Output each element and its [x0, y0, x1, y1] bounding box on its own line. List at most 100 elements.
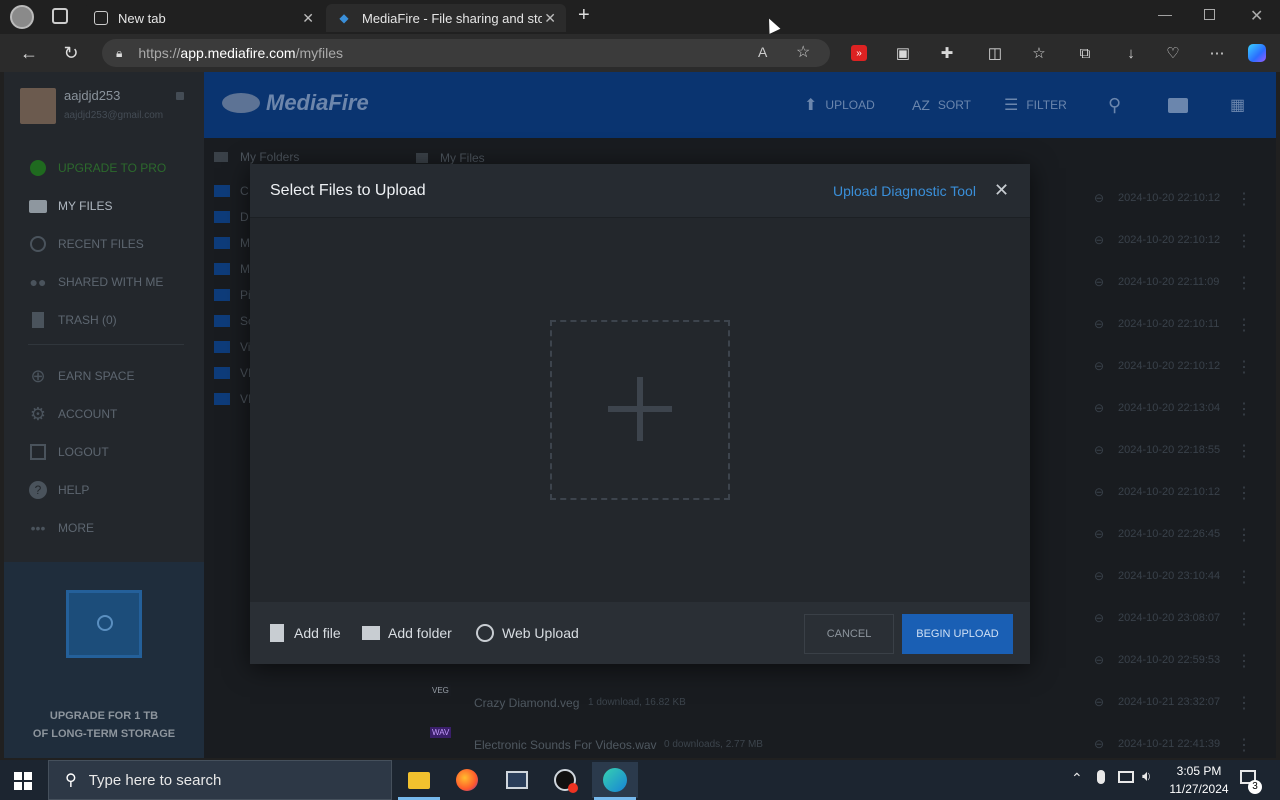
list-item[interactable]: VI: [214, 386, 254, 412]
new-folder-icon[interactable]: [1168, 94, 1188, 116]
more-options-icon[interactable]: ⋮: [1236, 441, 1252, 461]
more-options-icon[interactable]: ⋮: [1236, 231, 1252, 251]
add-folder-button[interactable]: Add folder: [362, 622, 452, 644]
begin-upload-button[interactable]: BEGIN UPLOAD: [902, 614, 1013, 654]
list-item[interactable]: VI: [214, 360, 254, 386]
link-icon[interactable]: ⊖: [1094, 275, 1104, 289]
copilot-icon[interactable]: [1244, 40, 1270, 66]
grid-view-icon[interactable]: ▦: [1230, 94, 1245, 116]
close-tab-icon[interactable]: ✕: [544, 10, 556, 27]
table-row[interactable]: WAV Electronic Sounds For Videos.wav 0 d…: [404, 725, 1264, 758]
list-item[interactable]: D: [214, 204, 254, 230]
tab-actions-icon[interactable]: [52, 8, 68, 24]
collections-icon[interactable]: ⧉: [1072, 40, 1098, 66]
link-icon[interactable]: ⊖: [1094, 443, 1104, 457]
edge-icon[interactable]: [592, 762, 638, 798]
add-file-button[interactable]: Add file: [268, 622, 341, 644]
microphone-icon[interactable]: [1097, 770, 1105, 784]
link-icon[interactable]: ⊖: [1094, 569, 1104, 583]
sidebar-item-account[interactable]: ⚙ ACCOUNT: [28, 402, 198, 426]
show-hidden-icons-icon[interactable]: ⌃: [1071, 770, 1083, 787]
sidebar-item-upgrade[interactable]: UPGRADE TO PRO: [28, 156, 198, 180]
more-options-icon[interactable]: ⋮: [1236, 651, 1252, 671]
close-icon[interactable]: ✕: [994, 180, 1009, 201]
sidebar-item-trash[interactable]: TRASH (0): [28, 308, 198, 332]
extension-red-icon[interactable]: »: [846, 40, 872, 66]
read-aloud-icon[interactable]: A: [758, 44, 767, 60]
extensions-puzzle-icon[interactable]: ✚: [934, 40, 960, 66]
breadcrumb[interactable]: My Files: [416, 151, 485, 165]
start-icon[interactable]: [14, 772, 32, 790]
list-item[interactable]: M: [214, 256, 254, 282]
link-icon[interactable]: ⊖: [1094, 653, 1104, 667]
list-item[interactable]: C: [214, 178, 254, 204]
new-tab-icon[interactable]: +: [578, 4, 590, 27]
link-icon[interactable]: ⊖: [1094, 401, 1104, 415]
extension-glasses-icon[interactable]: ▣: [890, 40, 916, 66]
more-options-icon[interactable]: ⋮: [1236, 735, 1252, 755]
sidebar-item-my-files[interactable]: MY FILES: [28, 194, 198, 218]
refresh-icon[interactable]: ↻: [56, 38, 86, 68]
link-icon[interactable]: ⊖: [1094, 485, 1104, 499]
tab-new-tab[interactable]: New tab ✕: [84, 4, 324, 32]
clock-date[interactable]: 11/27/2024: [1160, 782, 1238, 796]
volume-icon[interactable]: 🔉︎: [1142, 768, 1151, 785]
upgrade-promo[interactable]: UPGRADE FOR 1 TB OF LONG-TERM STORAGE: [4, 562, 204, 758]
firefox-icon[interactable]: [444, 762, 490, 798]
link-icon[interactable]: ⊖: [1094, 359, 1104, 373]
link-icon[interactable]: ⊖: [1094, 737, 1104, 751]
more-options-icon[interactable]: ⋮: [1236, 315, 1252, 335]
sidebar-item-help[interactable]: ? HELP: [28, 478, 198, 502]
drop-zone[interactable]: [550, 320, 730, 500]
more-options-icon[interactable]: ⋮: [1236, 693, 1252, 713]
clock-time[interactable]: 3:05 PM: [1160, 764, 1238, 778]
file-explorer-icon[interactable]: [396, 762, 442, 798]
link-icon[interactable]: ⊖: [1094, 611, 1104, 625]
downloads-icon[interactable]: ↓: [1118, 40, 1144, 66]
more-options-icon[interactable]: ⋮: [1236, 273, 1252, 293]
link-icon[interactable]: ⊖: [1094, 233, 1104, 247]
split-screen-icon[interactable]: ◫: [982, 40, 1008, 66]
web-upload-button[interactable]: Web Upload: [476, 622, 579, 644]
more-options-icon[interactable]: ⋮: [1236, 483, 1252, 503]
mediafire-logo[interactable]: MediaFire: [222, 90, 369, 116]
link-icon[interactable]: ⊖: [1094, 527, 1104, 541]
more-options-icon[interactable]: ⋮: [1236, 399, 1252, 419]
performance-icon[interactable]: ♡: [1160, 40, 1186, 66]
favorite-star-icon[interactable]: ☆: [796, 42, 810, 62]
list-item[interactable]: Pi: [214, 282, 254, 308]
upload-diagnostic-link[interactable]: Upload Diagnostic Tool: [833, 183, 976, 199]
cancel-button[interactable]: CANCEL: [804, 614, 894, 654]
video-editor-icon[interactable]: [494, 762, 540, 798]
file-name[interactable]: Electronic Sounds For Videos.wav: [474, 738, 657, 752]
more-menu-icon[interactable]: ⋯: [1204, 40, 1230, 66]
close-tab-icon[interactable]: ✕: [302, 10, 314, 27]
sidebar-item-earn-space[interactable]: ⊕ EARN SPACE: [28, 364, 198, 388]
avatar[interactable]: [20, 88, 56, 124]
media-app-icon[interactable]: [542, 762, 588, 798]
sidebar-item-recent-files[interactable]: RECENT FILES: [28, 232, 198, 256]
link-icon[interactable]: ⊖: [1094, 317, 1104, 331]
back-icon[interactable]: ←: [14, 38, 44, 68]
more-options-icon[interactable]: ⋮: [1236, 357, 1252, 377]
more-options-icon[interactable]: ⋮: [1236, 525, 1252, 545]
filter-button[interactable]: ☰ FILTER: [1004, 94, 1067, 116]
list-item[interactable]: Sc: [214, 308, 254, 334]
sort-button[interactable]: AZ SORT: [912, 94, 971, 116]
restore-icon[interactable]: [1204, 9, 1215, 20]
search-icon[interactable]: ⚲: [1108, 94, 1121, 116]
more-options-icon[interactable]: ⋮: [1236, 609, 1252, 629]
table-row[interactable]: VEG Crazy Diamond.veg 1 download, 16.82 …: [404, 683, 1264, 725]
network-icon[interactable]: [1118, 771, 1134, 783]
taskbar-search[interactable]: ⚲ Type here to search: [48, 760, 392, 800]
list-item[interactable]: Vi: [214, 334, 254, 360]
upload-button[interactable]: ⬆ UPLOAD: [804, 94, 875, 116]
list-item[interactable]: M: [214, 230, 254, 256]
close-window-icon[interactable]: ✕: [1250, 6, 1263, 26]
profile-avatar[interactable]: [10, 5, 34, 29]
sidebar-item-more[interactable]: ••• MORE: [28, 516, 198, 540]
file-name[interactable]: Crazy Diamond.veg: [474, 696, 579, 710]
favorites-icon[interactable]: ☆: [1026, 40, 1052, 66]
address-bar[interactable]: 🔒︎ https://app.mediafire.com/myfiles A ☆: [102, 39, 830, 67]
more-options-icon[interactable]: ⋮: [1236, 567, 1252, 587]
